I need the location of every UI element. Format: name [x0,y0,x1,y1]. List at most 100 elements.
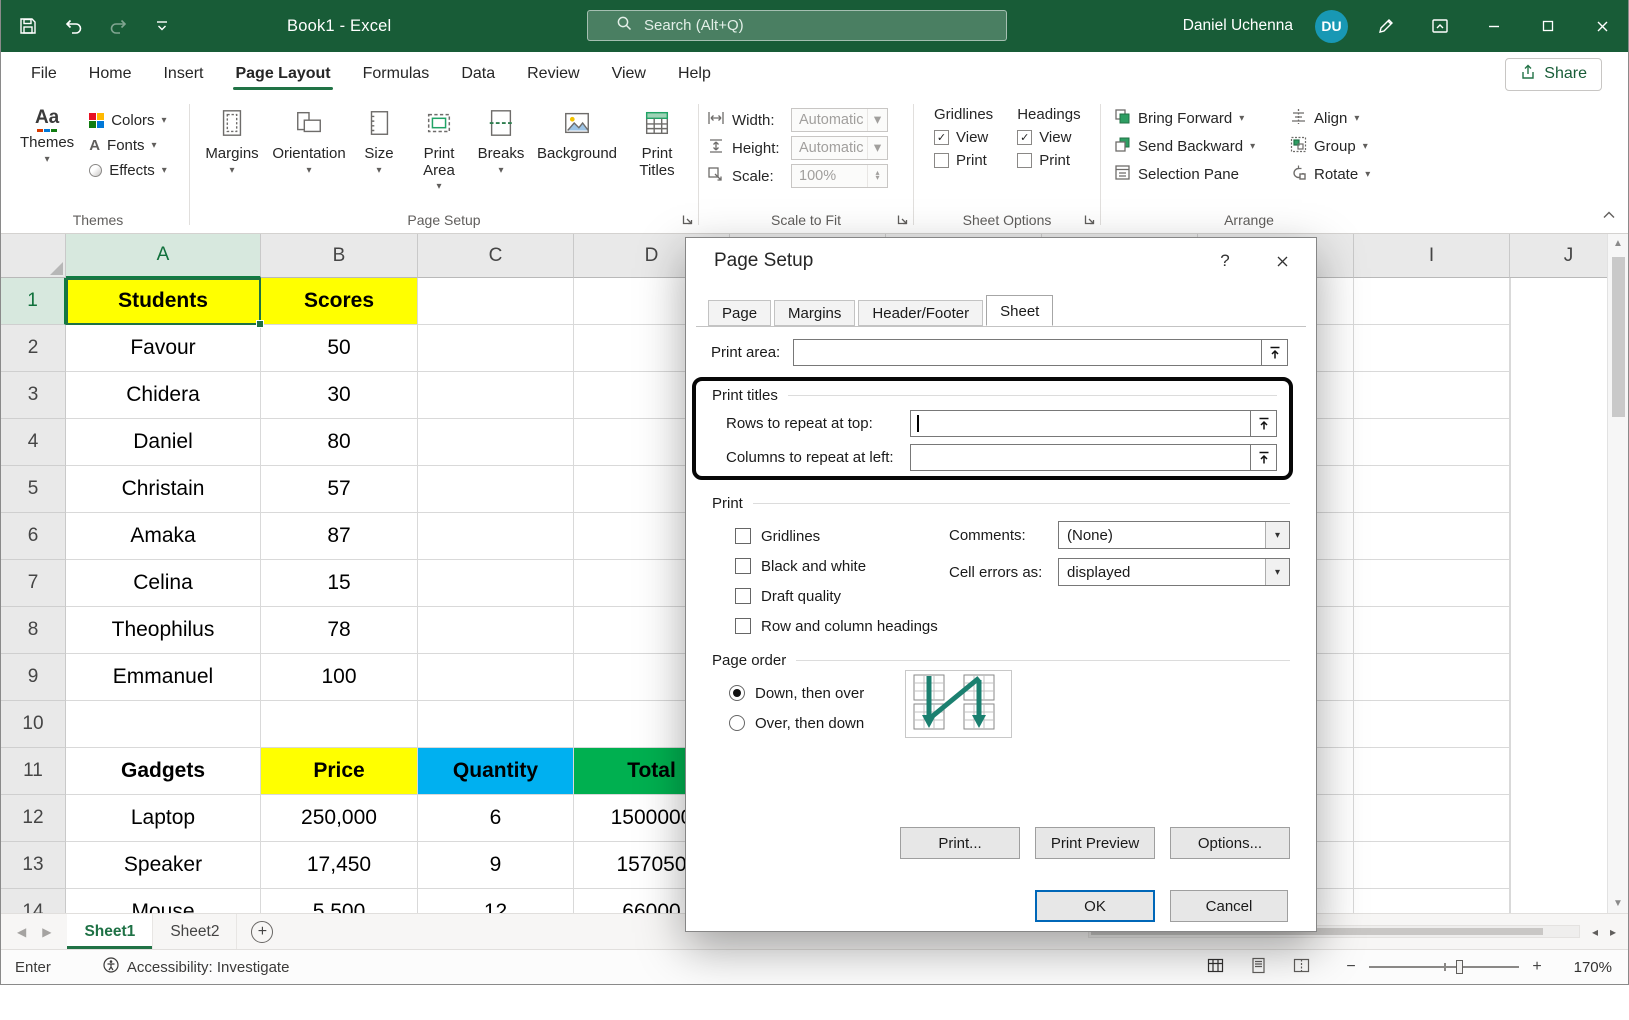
row-header-10[interactable]: 10 [1,701,66,748]
column-header-A[interactable]: A [66,234,261,278]
cell-C11[interactable]: Quantity [418,748,574,795]
cell-J13[interactable] [1510,842,1511,889]
row-header-5[interactable]: 5 [1,466,66,513]
scale-combo[interactable]: 100%▴▾ [791,164,888,188]
sheet-nav-left-icon[interactable]: ◀ [17,925,26,939]
row-header-4[interactable]: 4 [1,419,66,466]
row-header-9[interactable]: 9 [1,654,66,701]
cell-A11[interactable]: Gadgets [66,748,261,795]
page-layout-view-button[interactable] [1250,957,1267,978]
print-titles-button[interactable]: Print Titles [624,104,690,183]
cell-B2[interactable]: 50 [261,325,418,372]
dialog-tab-page[interactable]: Page [708,300,771,326]
cell-I4[interactable] [1354,419,1510,466]
height-combo[interactable]: Automatic▾ [791,136,888,160]
cell-errors-dropdown[interactable]: displayed [1058,558,1290,586]
ink-pen-icon[interactable] [1370,17,1402,35]
scroll-down-icon[interactable]: ▼ [1613,898,1623,909]
cell-J9[interactable] [1510,654,1511,701]
cell-C14[interactable]: 12 [418,889,574,913]
ok-button[interactable]: OK [1035,890,1155,922]
maximize-button[interactable] [1532,19,1564,33]
black-and-white-checkbox[interactable]: Black and white [735,551,949,581]
cell-C7[interactable] [418,560,574,607]
cell-I1[interactable] [1354,278,1510,325]
tab-data[interactable]: Data [445,55,511,93]
column-header-C[interactable]: C [418,234,574,278]
redo-icon[interactable] [109,17,129,35]
add-sheet-button[interactable] [251,921,273,943]
select-all-button[interactable] [1,234,66,278]
align-button[interactable]: Align [1285,106,1389,131]
cell-J12[interactable] [1510,795,1511,842]
cell-I12[interactable] [1354,795,1510,842]
tab-file[interactable]: File [15,55,73,93]
cell-A6[interactable]: Amaka [66,513,261,560]
breaks-button[interactable]: Breaks [472,104,530,180]
cancel-button[interactable]: Cancel [1170,890,1288,922]
cell-B4[interactable]: 80 [261,419,418,466]
sheet-nav-right-icon[interactable]: ▶ [42,925,51,939]
headings-view-checkbox[interactable]: View [1017,129,1080,146]
row-column-headings-checkbox[interactable]: Row and column headings [735,611,949,641]
size-button[interactable]: Size [352,104,406,180]
zoom-slider-thumb[interactable] [1456,960,1463,974]
tab-page-layout[interactable]: Page Layout [219,55,346,93]
row-header-2[interactable]: 2 [1,325,66,372]
width-combo[interactable]: Automatic▾ [791,108,888,132]
cell-A14[interactable]: Mouse [66,889,261,913]
cell-C10[interactable] [418,701,574,748]
sheet-tab-sheet1[interactable]: Sheet1 [67,914,153,949]
sheet-tab-sheet2[interactable]: Sheet2 [153,914,237,949]
vertical-scrollbar[interactable]: ▲ ▼ [1607,234,1628,913]
cell-A5[interactable]: Christain [66,466,261,513]
cell-J1[interactable] [1510,278,1511,325]
sheet-options-dialog-launcher[interactable] [1083,213,1096,226]
avatar[interactable]: DU [1315,10,1348,43]
zoom-slider[interactable] [1369,966,1519,968]
cell-J6[interactable] [1510,513,1511,560]
cell-B9[interactable]: 100 [261,654,418,701]
zoom-in-button[interactable] [1530,958,1544,976]
zoom-level[interactable]: 170% [1562,959,1612,976]
cell-C4[interactable] [418,419,574,466]
cell-J2[interactable] [1510,325,1511,372]
cell-B12[interactable]: 250,000 [261,795,418,842]
cell-I8[interactable] [1354,607,1510,654]
cell-A1[interactable]: Students [66,278,261,325]
cell-I9[interactable] [1354,654,1510,701]
gridlines-checkbox[interactable]: Gridlines [735,521,949,551]
collapse-dialog-icon[interactable] [1261,340,1287,365]
dialog-tab-sheet[interactable]: Sheet [986,295,1053,326]
tab-view[interactable]: View [596,55,662,93]
cell-A3[interactable]: Chidera [66,372,261,419]
print-preview-button[interactable]: Print Preview [1035,827,1155,859]
tab-help[interactable]: Help [662,55,727,93]
zoom-out-button[interactable] [1344,958,1358,976]
collapse-dialog-icon[interactable] [1250,445,1276,470]
tab-review[interactable]: Review [511,55,595,93]
cell-A10[interactable] [66,701,261,748]
cell-B13[interactable]: 17,450 [261,842,418,889]
cell-I10[interactable] [1354,701,1510,748]
options-button[interactable]: Options... [1170,827,1290,859]
cell-J4[interactable] [1510,419,1511,466]
dialog-close-icon[interactable] [1264,254,1300,269]
row-header-12[interactable]: 12 [1,795,66,842]
row-header-14[interactable]: 14 [1,889,66,913]
share-button[interactable]: Share [1505,58,1602,91]
rotate-button[interactable]: Rotate [1285,162,1389,187]
cell-J11[interactable] [1510,748,1511,795]
minimize-button[interactable] [1478,19,1510,33]
cell-A7[interactable]: Celina [66,560,261,607]
cell-J8[interactable] [1510,607,1511,654]
ribbon-display-options-icon[interactable] [1424,17,1456,35]
cell-B3[interactable]: 30 [261,372,418,419]
cell-B6[interactable]: 87 [261,513,418,560]
cell-I6[interactable] [1354,513,1510,560]
cell-J5[interactable] [1510,466,1511,513]
cell-B11[interactable]: Price [261,748,418,795]
cell-B1[interactable]: Scores [261,278,418,325]
undo-icon[interactable] [63,17,83,35]
row-header-7[interactable]: 7 [1,560,66,607]
